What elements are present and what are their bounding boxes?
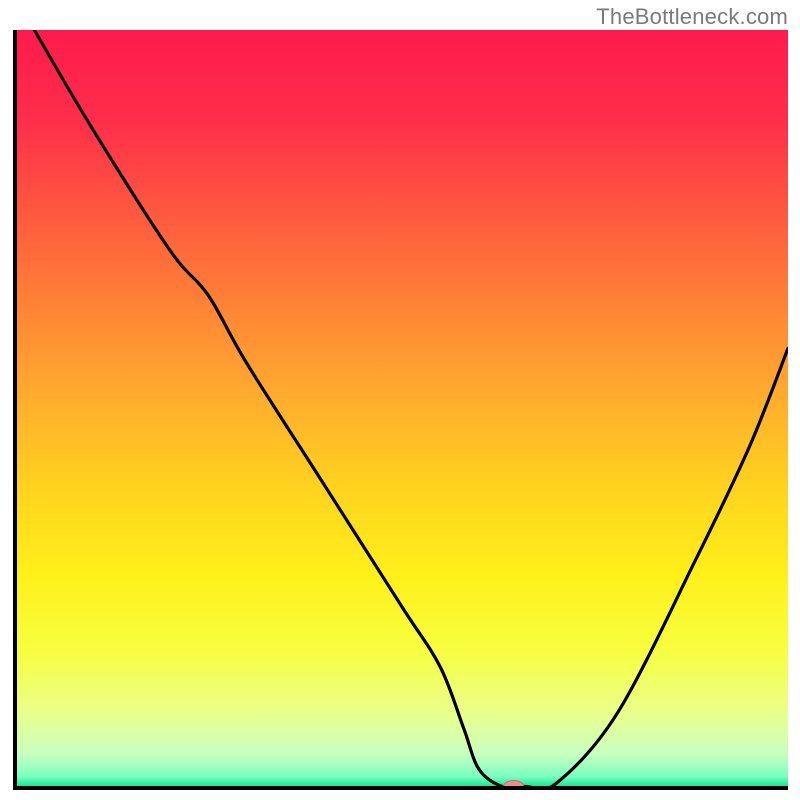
- chart-container: TheBottleneck.com: [0, 0, 800, 800]
- gradient-background: [15, 30, 788, 788]
- watermark-label: TheBottleneck.com: [596, 4, 788, 30]
- bottleneck-chart: [0, 0, 800, 800]
